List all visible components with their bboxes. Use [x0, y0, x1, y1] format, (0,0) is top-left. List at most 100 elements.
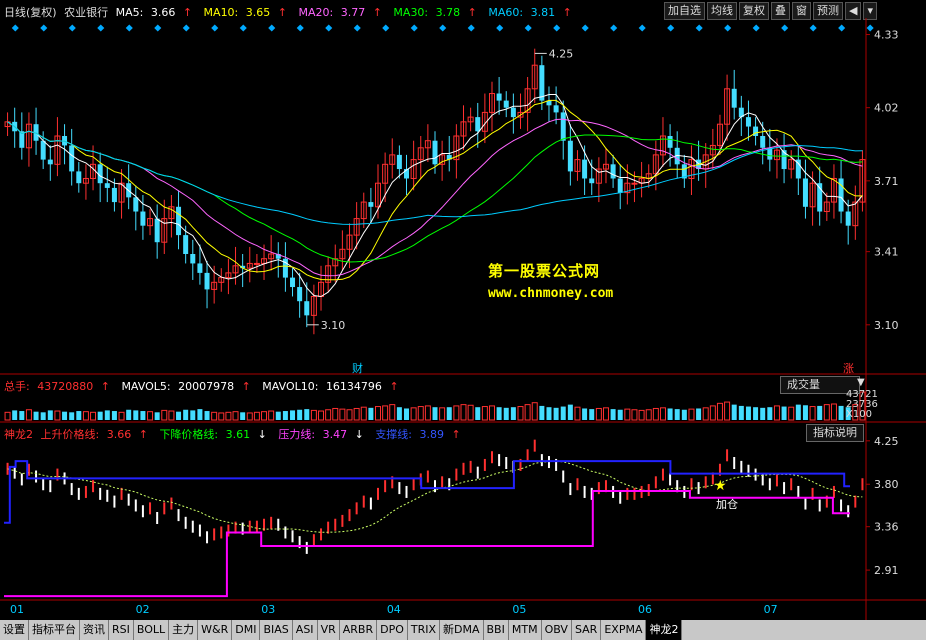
tab-15[interactable]: BBI — [484, 620, 509, 640]
candle-body — [111, 187, 117, 203]
volume-bar — [90, 411, 97, 421]
tab-4[interactable]: BOLL — [134, 620, 170, 640]
volume-bar — [688, 408, 695, 421]
volume-bar — [375, 406, 382, 421]
candle-body — [589, 178, 595, 184]
watermark-title: 第一股票公式网 — [488, 262, 601, 280]
volume-bar — [481, 406, 488, 421]
candle-body — [610, 164, 616, 179]
tab-16[interactable]: MTM — [509, 620, 542, 640]
tab-12[interactable]: DPO — [377, 620, 408, 640]
volume-bar — [788, 406, 795, 421]
candle-body — [396, 154, 402, 170]
volume-bar — [325, 409, 332, 421]
volume-bar — [360, 406, 367, 421]
y-tick-label: 3.36 — [874, 521, 899, 534]
tab-9[interactable]: ASI — [293, 620, 318, 640]
tab-7[interactable]: DMI — [232, 620, 261, 640]
finance-marker[interactable]: 财 — [352, 360, 363, 376]
chevron-down-icon[interactable]: ▼ — [857, 377, 865, 388]
volume-bar — [546, 407, 552, 420]
volume-bar — [795, 404, 801, 420]
event-diamond-icon — [752, 24, 760, 32]
tab-1[interactable]: 指标平台 — [29, 620, 80, 640]
volume-bar — [823, 404, 830, 421]
volume-bar — [745, 406, 751, 420]
volume-bar — [389, 404, 396, 421]
tab-11[interactable]: ARBR — [340, 620, 378, 640]
volume-bar — [140, 411, 146, 420]
candle-body — [503, 100, 509, 108]
event-diamond-icon — [695, 24, 703, 32]
volume-bar — [25, 409, 32, 421]
volume-bar — [246, 412, 253, 421]
event-diamond-icon — [581, 24, 589, 32]
volume-bar — [290, 410, 296, 420]
volume-bar — [47, 410, 53, 420]
candle-body — [47, 159, 53, 165]
tab-2[interactable]: 资讯 — [80, 620, 109, 640]
tab-8[interactable]: BIAS — [260, 620, 293, 640]
event-diamond-icon — [724, 24, 732, 32]
volume-bar — [645, 409, 652, 421]
volume-bar — [531, 402, 538, 421]
candle-body — [539, 65, 545, 101]
y-tick-label: 3.10 — [874, 319, 899, 332]
event-diamond-icon — [524, 24, 532, 32]
x-tick-label: 02 — [136, 603, 150, 616]
candle-body — [745, 117, 751, 127]
candle-body — [104, 183, 110, 188]
indicator-help-button[interactable]: 指标说明 — [806, 424, 864, 442]
candle-body — [432, 140, 438, 165]
volume-bar — [76, 411, 82, 420]
tab-3[interactable]: RSI — [109, 620, 134, 640]
tab-6[interactable]: W&R — [198, 620, 233, 640]
volume-bar — [602, 407, 609, 421]
tab-20[interactable]: 神龙2 — [646, 620, 683, 640]
volume-axis-unit: X100 — [846, 409, 872, 420]
candle-body — [753, 126, 759, 136]
volume-bar — [346, 409, 353, 421]
candle-body — [154, 218, 160, 243]
event-diamond-icon — [610, 24, 618, 32]
y-tick-label: 3.80 — [874, 478, 899, 491]
volume-bar — [802, 405, 808, 420]
volume-bar — [82, 411, 89, 421]
tab-13[interactable]: TRIX — [408, 620, 441, 640]
tab-5[interactable]: 主力 — [169, 620, 199, 640]
volume-bar — [539, 405, 545, 420]
volume-bar — [560, 406, 566, 420]
candle-body — [40, 140, 46, 160]
volume-bar — [595, 407, 602, 421]
volume-bar — [104, 410, 110, 420]
tab-17[interactable]: OBV — [542, 620, 572, 640]
tab-19[interactable]: EXPMA — [601, 620, 647, 640]
volume-bar — [275, 411, 281, 420]
tab-10[interactable]: VR — [318, 620, 340, 640]
volume-bar — [838, 405, 844, 420]
volume-bar — [339, 408, 346, 421]
support-readout: 支撑线: 3.89 ↑ — [375, 428, 461, 441]
tab-0[interactable]: 设置 — [0, 620, 29, 640]
rise-price-readout: 上升价格线: 3.66 ↑ — [40, 428, 148, 441]
x-tick-label: 06 — [638, 603, 652, 616]
candle-body — [304, 301, 310, 316]
y-tick-label: 3.41 — [874, 246, 899, 259]
volume-bar — [97, 411, 103, 420]
volume-bar — [817, 405, 823, 420]
candle-body — [760, 136, 766, 148]
volume-bar — [353, 407, 360, 421]
volume-bar — [567, 404, 573, 420]
mavol10-readout: MAVOL10: 16134796 ↑ — [262, 380, 399, 393]
tab-14[interactable]: 新DMA — [440, 620, 484, 640]
volume-bar — [617, 409, 623, 420]
volume-bar — [696, 408, 702, 420]
volume-bar — [667, 408, 673, 420]
x-tick-label: 03 — [261, 603, 275, 616]
candle-body — [297, 287, 303, 302]
tab-18[interactable]: SAR — [572, 620, 602, 640]
volume-bar — [54, 410, 61, 421]
volume-bar — [652, 407, 659, 421]
rise-marker[interactable]: 涨 — [843, 360, 854, 376]
volume-bar — [40, 412, 46, 420]
